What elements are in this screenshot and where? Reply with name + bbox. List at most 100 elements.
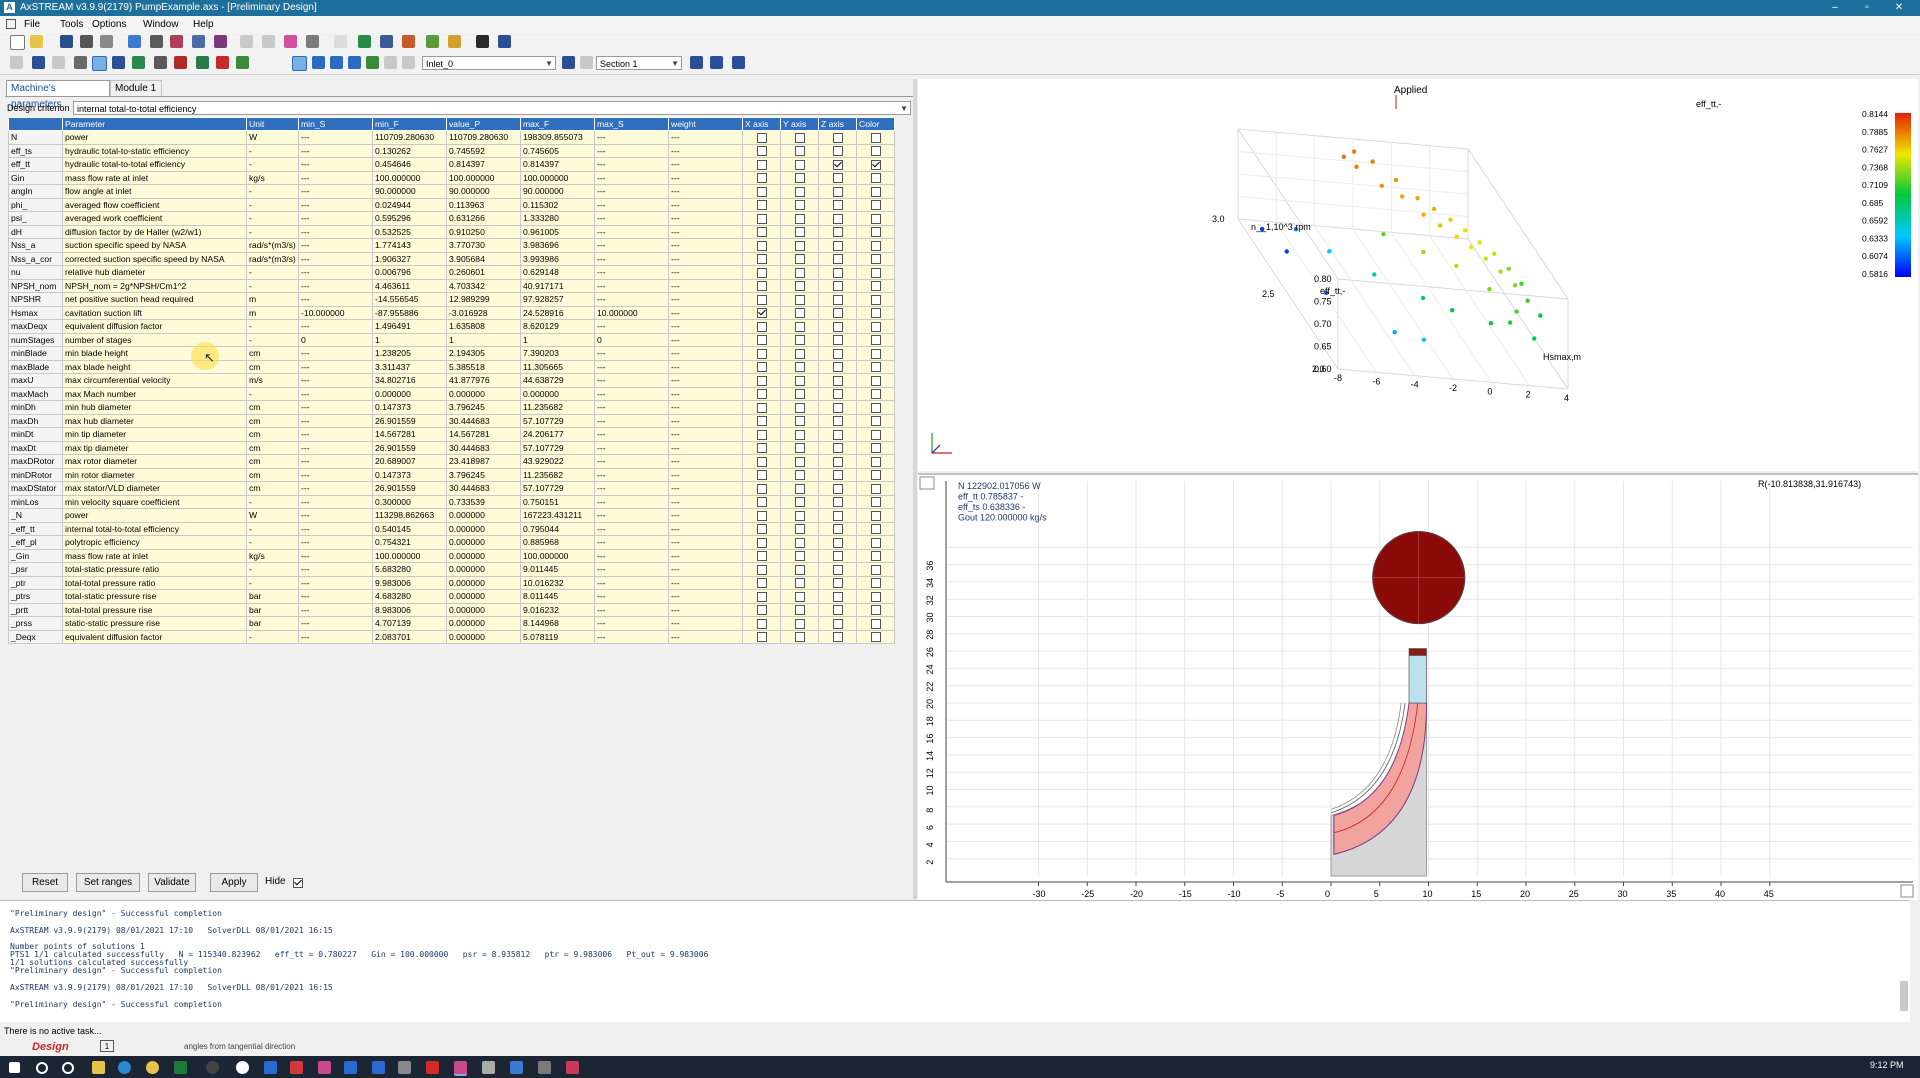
row-min-s[interactable]: --- [298, 319, 373, 334]
table-row[interactable]: _ptrs total-static pressure rise bar --- 4.6… [8, 589, 895, 604]
row-min-f[interactable]: 4.707139 [372, 616, 447, 631]
row-weight[interactable]: --- [668, 440, 743, 455]
x-axis-checkbox[interactable] [756, 524, 767, 535]
row-value-p[interactable]: 3.796245 [446, 467, 521, 482]
row-value-p[interactable]: 0.000000 [446, 386, 521, 401]
row-min-s[interactable]: --- [298, 251, 373, 266]
table-row[interactable]: eff_ts hydraulic total-to-static efficien… [8, 143, 895, 158]
row-weight[interactable]: --- [668, 535, 743, 550]
x-axis-checkbox[interactable] [756, 267, 767, 278]
forward-arrow-icon[interactable] [562, 56, 575, 69]
y-axis-checkbox[interactable] [794, 146, 805, 157]
color-checkbox[interactable] [870, 618, 881, 629]
axstream-active-icon[interactable] [454, 1061, 467, 1076]
z-axis-checkbox[interactable] [832, 632, 843, 643]
row-max-s[interactable]: --- [594, 211, 669, 226]
z-axis-checkbox[interactable] [832, 348, 843, 359]
table-row[interactable]: _prss static-static pressure rise bar --- 4.… [8, 616, 895, 631]
row-min-f[interactable]: 26.901559 [372, 413, 447, 428]
row-min-s[interactable]: --- [298, 373, 373, 388]
stream-icon[interactable] [402, 35, 415, 48]
row-min-f[interactable]: 0.147373 [372, 467, 447, 482]
y-axis-checkbox[interactable] [794, 240, 805, 251]
y-axis-checkbox[interactable] [794, 227, 805, 238]
x-axis-checkbox[interactable] [756, 389, 767, 400]
table-row[interactable]: minDRotor min rotor diameter cm --- 0.147373… [8, 467, 895, 482]
row-max-f[interactable]: 0.745605 [520, 143, 595, 158]
color-checkbox[interactable] [870, 186, 881, 197]
color-checkbox[interactable] [870, 402, 881, 413]
pdf-icon[interactable] [426, 1061, 439, 1074]
table-row[interactable]: _eff_pl polytropic efficiency - --- 0.754321… [8, 535, 895, 550]
row-max-s[interactable]: --- [594, 319, 669, 334]
row-value-p[interactable]: 0.814397 [446, 157, 521, 172]
color-checkbox[interactable] [870, 429, 881, 440]
row-max-f[interactable]: 100.000000 [520, 170, 595, 185]
pointer-icon[interactable] [10, 56, 23, 69]
row-max-s[interactable]: --- [594, 238, 669, 253]
row-min-s[interactable]: --- [298, 427, 373, 442]
color-checkbox[interactable] [870, 159, 881, 170]
row-value-p[interactable]: 0.000000 [446, 548, 521, 563]
minimize-button[interactable]: – [1820, 0, 1850, 16]
row-max-f[interactable]: 43.929022 [520, 454, 595, 469]
row-value-p[interactable]: 0.733539 [446, 494, 521, 509]
row-min-f[interactable]: 8.983006 [372, 602, 447, 617]
row-weight[interactable]: --- [668, 292, 743, 307]
color-checkbox[interactable] [870, 308, 881, 319]
row-weight[interactable]: --- [668, 616, 743, 631]
row-value-p[interactable]: 4.703342 [446, 278, 521, 293]
color-checkbox[interactable] [870, 375, 881, 386]
row-max-f[interactable]: 24.528916 [520, 305, 595, 320]
row-max-s[interactable]: --- [594, 346, 669, 361]
z-axis-checkbox[interactable] [832, 375, 843, 386]
print-icon[interactable] [80, 35, 93, 48]
bar-chart-icon[interactable] [292, 56, 307, 71]
row-min-s[interactable]: --- [298, 602, 373, 617]
mdi-icon[interactable] [6, 19, 16, 29]
z-axis-checkbox[interactable] [832, 200, 843, 211]
table-row[interactable]: angIn flow angle at inlet - --- 90.000000 90.… [8, 184, 895, 199]
row-value-p[interactable]: 0.000000 [446, 535, 521, 550]
calc-icon[interactable] [358, 35, 371, 48]
y-axis-checkbox[interactable] [794, 308, 805, 319]
row-max-f[interactable]: 9.011445 [520, 562, 595, 577]
row-min-s[interactable]: --- [298, 224, 373, 239]
row-min-s[interactable]: --- [298, 575, 373, 590]
table-row[interactable]: phi_ averaged flow coefficient - --- 0.02494… [8, 197, 895, 212]
row-weight[interactable]: --- [668, 359, 743, 374]
y-axis-checkbox[interactable] [794, 429, 805, 440]
table-row[interactable]: _eff_tt internal total-to-total efficienc… [8, 521, 895, 536]
row-min-f[interactable]: 0.300000 [372, 494, 447, 509]
row-weight[interactable]: --- [668, 521, 743, 536]
row-min-s[interactable]: --- [298, 359, 373, 374]
row-value-p[interactable]: 0.000000 [446, 589, 521, 604]
row-min-s[interactable]: --- [298, 265, 373, 280]
row-min-f[interactable]: 14.567281 [372, 427, 447, 442]
y-axis-checkbox[interactable] [794, 254, 805, 265]
set-ranges-button[interactable]: Set ranges [76, 873, 140, 892]
row-min-f[interactable]: 2.083701 [372, 629, 447, 644]
color-checkbox[interactable] [870, 227, 881, 238]
table-row[interactable]: Npower W --- 110709.280630 110709.280630 1983… [8, 130, 895, 145]
row-min-f[interactable]: 1.906327 [372, 251, 447, 266]
row-min-s[interactable]: --- [298, 467, 373, 482]
row-min-s[interactable]: --- [298, 238, 373, 253]
z-axis-checkbox[interactable] [832, 551, 843, 562]
row-min-f[interactable]: 26.901559 [372, 481, 447, 496]
color-checkbox[interactable] [870, 605, 881, 616]
x-axis-checkbox[interactable] [756, 456, 767, 467]
row-max-f[interactable]: 57.107729 [520, 440, 595, 455]
row-min-s[interactable]: --- [298, 386, 373, 401]
z-axis-checkbox[interactable] [832, 227, 843, 238]
table-row[interactable]: maxDRotor max rotor diameter cm --- 20.68900… [8, 454, 895, 469]
x-axis-checkbox[interactable] [756, 227, 767, 238]
row-max-f[interactable]: 8.144968 [520, 616, 595, 631]
circle-icon[interactable] [52, 56, 65, 69]
table-row[interactable]: maxMach max Mach number - --- 0.000000 0.0000… [8, 386, 895, 401]
row-weight[interactable]: --- [668, 278, 743, 293]
y-axis-checkbox[interactable] [794, 524, 805, 535]
y-axis-checkbox[interactable] [794, 132, 805, 143]
row-min-f[interactable]: 26.901559 [372, 440, 447, 455]
y-axis-checkbox[interactable] [794, 578, 805, 589]
